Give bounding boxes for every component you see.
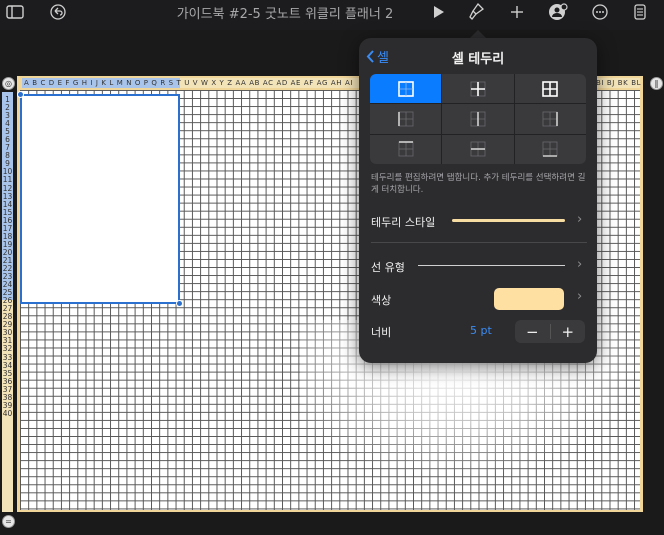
table-select-icon[interactable]: ◎ (2, 77, 15, 90)
width-label: 너비 (371, 326, 392, 339)
border-vertical-button[interactable] (442, 104, 514, 134)
line-type-preview[interactable] (418, 265, 565, 266)
border-right-icon (542, 111, 559, 127)
add-column-icon[interactable]: ‖ (650, 77, 663, 90)
border-right-button[interactable] (514, 104, 586, 134)
border-outer-icon (397, 80, 414, 97)
row-label[interactable]: 40 (2, 409, 13, 418)
selection-handle-top[interactable] (17, 91, 24, 98)
border-style-preview[interactable] (452, 219, 565, 222)
border-style-label[interactable]: 테두리 스타일 (371, 214, 435, 230)
increase-width-button[interactable]: + (551, 320, 586, 343)
border-inner-icon (470, 81, 486, 97)
column-labels-right: BI BJ BK BL (596, 79, 642, 87)
decrease-width-button[interactable]: − (515, 320, 550, 343)
selection-handle-bottom[interactable] (176, 300, 183, 307)
play-icon[interactable] (430, 0, 448, 24)
document-icon[interactable] (632, 0, 648, 24)
border-options-grid (370, 74, 586, 164)
add-row-icon[interactable]: = (2, 515, 15, 528)
chevron-right-icon[interactable]: › (577, 289, 582, 304)
chevron-right-icon[interactable]: › (577, 212, 582, 227)
line-type-label[interactable]: 선 유형 (371, 259, 405, 275)
selected-cell-range[interactable] (20, 94, 180, 304)
border-bottom-button[interactable] (514, 134, 586, 164)
border-all-button[interactable] (514, 74, 586, 104)
border-outer-button[interactable] (370, 74, 442, 104)
sidebar-icon[interactable] (5, 0, 25, 24)
color-swatch[interactable] (494, 288, 564, 310)
border-all-icon (542, 80, 559, 97)
divider (371, 242, 587, 243)
border-horizontal-icon (470, 141, 486, 157)
border-help-text: 테두리를 편집하려면 탭합니다. 추가 테두리를 선택하려면 길게 터치합니다. (371, 173, 586, 195)
popover-title: 셀 테두리 (451, 52, 505, 67)
column-labels: A B C D E F G H I J K L M N O P Q R S T … (24, 79, 353, 87)
row-labels: 1 2 3 4 5 6 7 8 9 10 11 12 13 14 15 16 17 18 19 20 21 22 23 24 2… (2, 95, 13, 418)
chevron-right-icon[interactable]: › (577, 257, 582, 272)
cell-border-popover: 셀 셀 테두리 테두리를 편집하려면 탭합니다. 추가 테두리를 선택하려면 길… (359, 38, 597, 363)
row-header[interactable]: 1 2 3 4 5 6 7 8 9 10 11 12 13 14 15 16 17 18 19 20 21 22 23 24 2… (2, 92, 13, 512)
border-vertical-icon (470, 111, 486, 127)
width-value[interactable]: 5 pt (470, 324, 492, 337)
collaborate-icon[interactable] (547, 0, 569, 24)
border-left-icon (397, 111, 414, 127)
brush-icon[interactable] (466, 0, 486, 24)
color-label: 색상 (371, 294, 392, 307)
border-inner-button[interactable] (442, 74, 514, 104)
border-left-button[interactable] (370, 104, 442, 134)
document-title: 가이드북 #2-5 굿노트 위클리 플래너 2 (176, 7, 394, 22)
undo-icon[interactable] (48, 0, 68, 24)
border-top-icon (398, 141, 414, 157)
add-icon[interactable] (508, 0, 526, 24)
more-icon[interactable] (590, 0, 610, 24)
border-top-button[interactable] (370, 134, 442, 164)
border-bottom-icon (542, 141, 558, 158)
border-horizontal-button[interactable] (442, 134, 514, 164)
width-stepper: − + (515, 320, 585, 343)
toolbar: 가이드북 #2-5 굿노트 위클리 플래너 2 (0, 0, 664, 30)
